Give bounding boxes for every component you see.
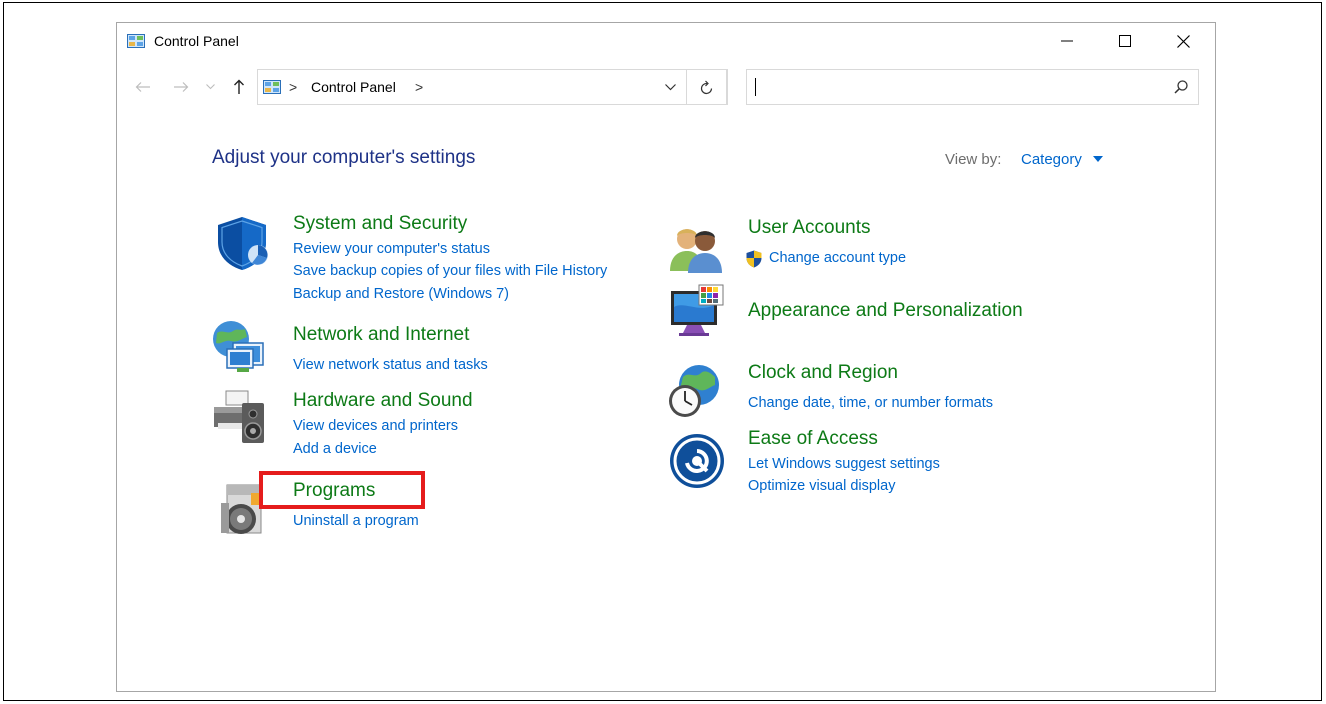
link-uninstall-a-program[interactable]: Uninstall a program	[293, 513, 419, 529]
category-user-accounts[interactable]: User Accounts	[748, 217, 871, 239]
monitor-palette-icon[interactable]	[669, 283, 725, 339]
link-change-date-time-formats[interactable]: Change date, time, or number formats	[748, 395, 993, 411]
close-button[interactable]	[1155, 23, 1211, 59]
ease-of-access-icon[interactable]	[669, 433, 725, 489]
arrow-right-icon	[174, 82, 189, 92]
search-icon[interactable]	[1174, 80, 1188, 94]
dropdown-arrow-icon[interactable]	[1093, 156, 1103, 162]
refresh-icon	[700, 80, 713, 94]
category-clock-and-region[interactable]: Clock and Region	[748, 362, 898, 384]
window-title: Control Panel	[154, 33, 239, 49]
arrow-up-icon	[234, 79, 244, 94]
chevron-down-icon	[205, 84, 215, 90]
users-icon[interactable]	[668, 219, 724, 275]
link-optimize-visual-display[interactable]: Optimize visual display	[748, 478, 895, 494]
shield-icon[interactable]	[214, 215, 270, 271]
category-system-and-security[interactable]: System and Security	[293, 213, 467, 235]
link-backup-and-restore[interactable]: Backup and Restore (Windows 7)	[293, 286, 509, 302]
text-cursor	[755, 78, 756, 96]
category-hardware-and-sound[interactable]: Hardware and Sound	[293, 390, 473, 412]
category-ease-of-access[interactable]: Ease of Access	[748, 428, 878, 450]
close-icon	[1176, 34, 1190, 48]
minimize-icon	[1061, 40, 1073, 42]
link-review-computer-status[interactable]: Review your computer's status	[293, 241, 490, 257]
control-panel-window: Control Panel > Control Panel > Adjust y…	[116, 22, 1216, 692]
arrow-left-icon	[135, 82, 150, 92]
link-devices-and-printers[interactable]: View devices and printers	[293, 418, 458, 434]
link-add-a-device[interactable]: Add a device	[293, 441, 377, 457]
category-appearance-and-personalization[interactable]: Appearance and Personalization	[748, 300, 1023, 322]
link-file-history-backup[interactable]: Save backup copies of your files with Fi…	[293, 263, 607, 279]
address-bar[interactable]: > Control Panel >	[257, 69, 727, 105]
breadcrumb-separator[interactable]: >	[289, 79, 297, 95]
address-dropdown-button[interactable]	[658, 70, 682, 104]
link-change-account-type[interactable]: Change account type	[769, 250, 906, 266]
clock-globe-icon[interactable]	[667, 363, 723, 419]
recent-locations-button[interactable]	[203, 77, 217, 97]
breadcrumb-control-panel[interactable]: Control Panel	[311, 79, 396, 95]
back-button[interactable]	[133, 77, 153, 97]
uac-shield-icon	[746, 250, 762, 268]
forward-button[interactable]	[171, 77, 191, 97]
maximize-button[interactable]	[1097, 23, 1153, 59]
refresh-button[interactable]	[686, 69, 728, 105]
link-network-status-tasks[interactable]: View network status and tasks	[293, 357, 488, 373]
link-let-windows-suggest-settings[interactable]: Let Windows suggest settings	[748, 456, 940, 472]
highlight-box	[259, 471, 425, 509]
maximize-icon	[1119, 35, 1131, 47]
control-panel-icon	[127, 34, 145, 48]
page-title: Adjust your computer's settings	[212, 147, 476, 168]
chevron-down-icon	[664, 83, 676, 90]
control-panel-icon	[263, 80, 281, 94]
printer-speaker-icon[interactable]	[212, 389, 268, 445]
search-input[interactable]	[746, 69, 1199, 105]
view-by-label: View by:	[945, 151, 1002, 168]
up-button[interactable]	[229, 77, 249, 97]
title-bar: Control Panel	[117, 23, 1215, 59]
network-globe-icon[interactable]	[211, 319, 267, 375]
breadcrumb-separator[interactable]: >	[415, 79, 423, 95]
minimize-button[interactable]	[1039, 23, 1095, 59]
category-network-and-internet[interactable]: Network and Internet	[293, 324, 469, 346]
view-by-dropdown[interactable]: Category	[1021, 151, 1082, 168]
